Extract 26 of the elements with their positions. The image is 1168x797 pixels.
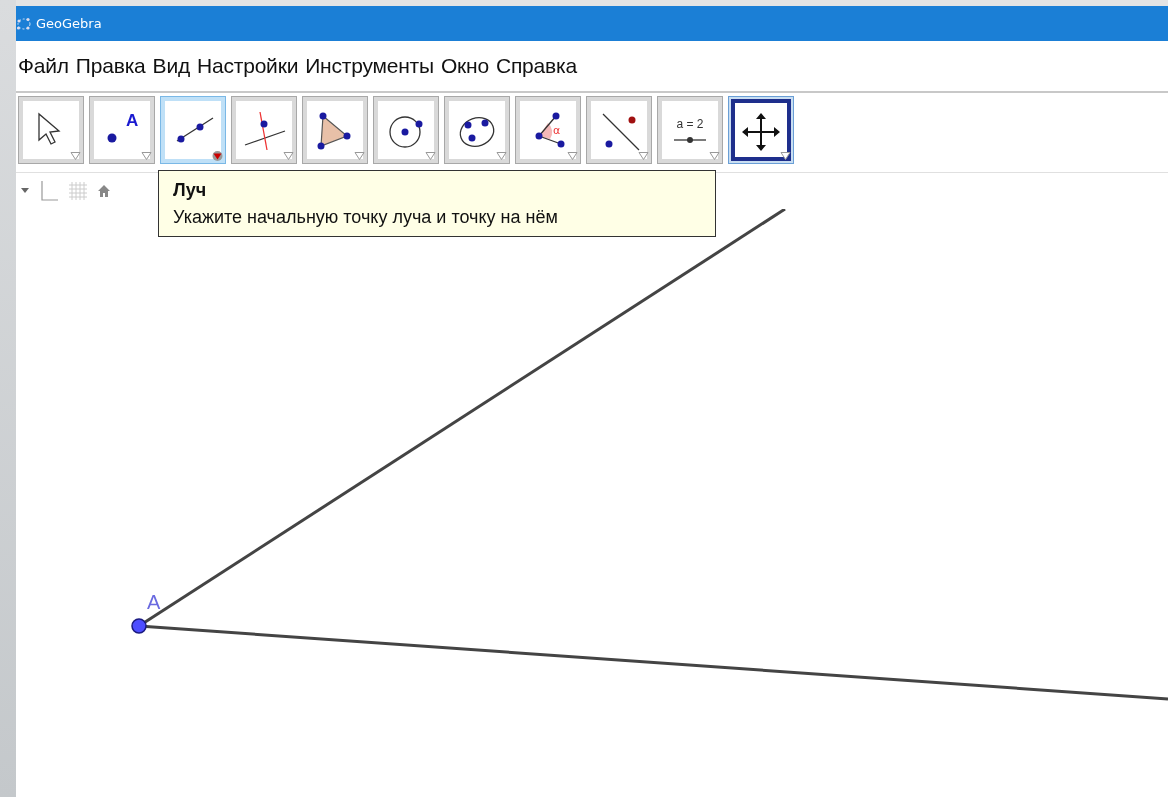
point-label: A — [147, 591, 161, 613]
point[interactable] — [131, 618, 147, 634]
menu-item[interactable]: Справка — [495, 54, 577, 78]
menu-item[interactable]: Вид — [152, 54, 190, 78]
dropdown-triangle-icon[interactable] — [780, 151, 791, 161]
menu-item[interactable]: Правка — [75, 54, 146, 78]
tooltip-text: Укажите начальную точку луча и точку на нём — [173, 207, 559, 228]
dropdown-triangle-icon[interactable] — [212, 151, 223, 161]
window-title: GeoGebra — [36, 16, 102, 31]
tool-button[interactable] — [160, 96, 226, 164]
tool-button[interactable] — [302, 96, 368, 164]
tooltip-title: Луч — [173, 180, 208, 201]
home-icon[interactable] — [97, 184, 111, 198]
tool-button[interactable] — [444, 96, 510, 164]
menu-item[interactable]: Окно — [440, 54, 489, 78]
tool-button[interactable]: A — [89, 96, 155, 164]
tool-button[interactable]: a = 2 — [657, 96, 723, 164]
tool-button[interactable]: α — [515, 96, 581, 164]
menu-item[interactable]: Инструменты — [305, 54, 434, 78]
app-icon — [16, 15, 32, 32]
tool-button[interactable] — [373, 96, 439, 164]
dropdown-arrow-icon[interactable] — [20, 187, 30, 195]
menu-item[interactable]: Настройки — [197, 54, 299, 78]
menu-item[interactable]: Файл — [18, 54, 69, 78]
tool-button[interactable] — [586, 96, 652, 164]
tool-button[interactable] — [728, 96, 794, 164]
